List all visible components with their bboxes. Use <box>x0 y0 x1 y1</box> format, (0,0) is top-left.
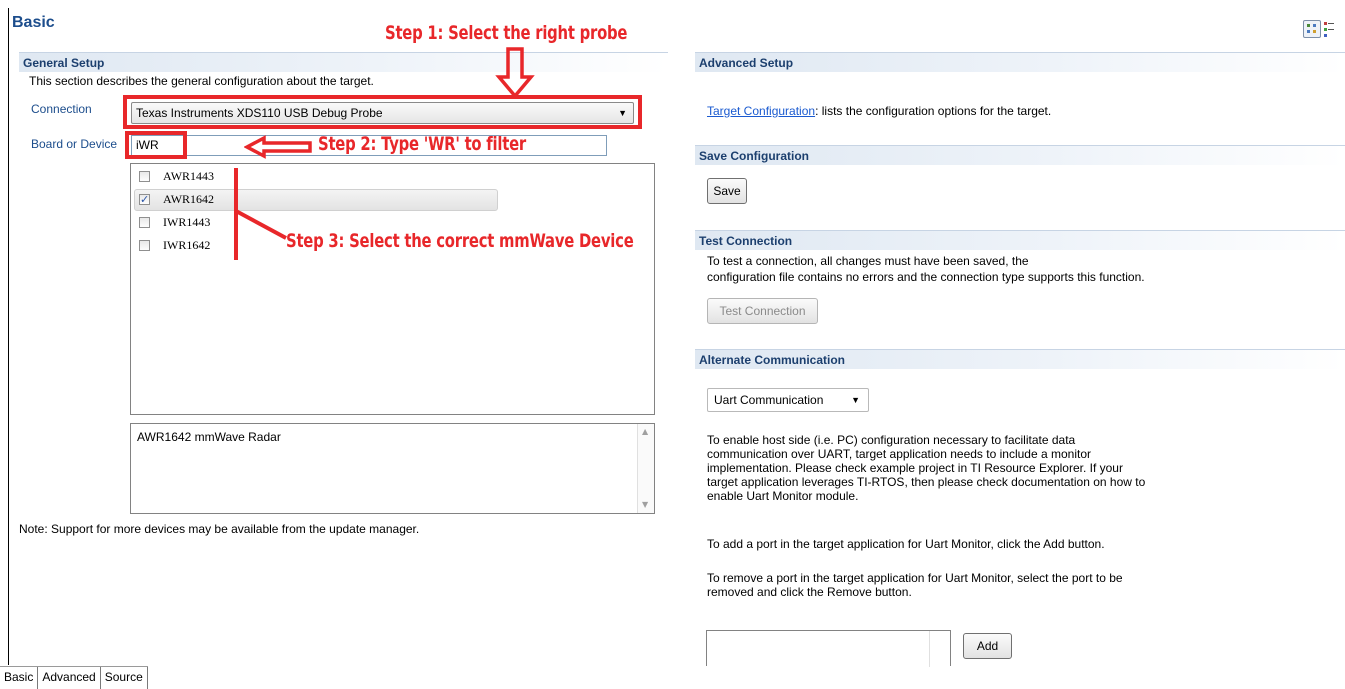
list-item[interactable]: AWR1443 <box>163 167 214 185</box>
tab-basic[interactable]: Basic <box>0 667 39 689</box>
board-or-device-label: Board or Device <box>31 137 118 151</box>
communication-type-value: Uart Communication <box>714 393 824 407</box>
uart-info-line: implementation. Please check example pro… <box>707 461 1123 475</box>
uart-info-paragraph: To enable host side (i.e. PC) configurat… <box>707 433 1145 503</box>
general-setup-header: General Setup <box>19 52 668 72</box>
step1-arrow-icon <box>495 47 535 99</box>
save-button-label: Save <box>713 184 741 198</box>
probe-highlight-box <box>123 95 642 129</box>
list-item[interactable]: IWR1642 <box>163 236 210 254</box>
test-connection-header: Test Connection <box>695 230 1345 250</box>
checkmark-icon: ✓ <box>140 193 150 206</box>
save-configuration-header: Save Configuration <box>695 145 1345 165</box>
tab-advanced[interactable]: Advanced <box>38 667 101 689</box>
target-configuration-suffix: : lists the configuration options for th… <box>815 104 1052 118</box>
general-setup-description: This section describes the general confi… <box>29 74 374 88</box>
port-list[interactable] <box>706 630 951 667</box>
uart-info-line: enable Uart Monitor module. <box>707 489 859 503</box>
test-connection-line2: configuration file contains no errors an… <box>707 270 1145 284</box>
remove-port-line: removed and click the Remove button. <box>707 585 912 599</box>
device-checkbox-awr1443[interactable] <box>139 171 150 182</box>
alternate-communication-header: Alternate Communication <box>695 349 1345 369</box>
device-description-text: AWR1642 mmWave Radar <box>137 430 281 444</box>
save-button[interactable]: Save <box>707 178 747 204</box>
advanced-setup-header: Advanced Setup <box>695 52 1345 72</box>
uart-info-line: target application leverages TI-RTOS, th… <box>707 475 1146 489</box>
add-port-label: Add <box>976 639 999 653</box>
device-checkbox-iwr1642[interactable] <box>139 240 150 251</box>
test-connection-label: Test Connection <box>719 304 806 318</box>
filter-highlight-box <box>125 131 187 159</box>
update-manager-note: Note: Support for more devices may be av… <box>19 522 420 536</box>
device-checkbox-awr1642[interactable]: ✓ <box>139 194 150 205</box>
uart-info-line: To enable host side (i.e. PC) configurat… <box>707 433 1076 447</box>
test-connection-line1: To test a connection, all changes must h… <box>707 254 1029 268</box>
uart-info-line: communication over UART, target applicat… <box>707 447 1091 461</box>
tab-source[interactable]: Source <box>101 667 148 689</box>
layout-list-icon[interactable] <box>1323 20 1335 38</box>
chevron-down-icon: ▼ <box>851 395 860 405</box>
step1-annotation: Step 1: Select the right probe <box>385 22 628 44</box>
step3-annotation: Step 3: Select the correct mmWave Device <box>286 230 634 252</box>
list-item[interactable]: IWR1443 <box>163 213 210 231</box>
remove-port-line: To remove a port in the target applicati… <box>707 571 1123 585</box>
step2-arrow-icon <box>244 135 312 159</box>
layout-grid-icon[interactable] <box>1303 20 1321 38</box>
scroll-down-icon[interactable]: ▼ <box>642 500 648 509</box>
editor-tab-bar: Basic Advanced Source <box>0 666 148 689</box>
add-port-info: To add a port in the target application … <box>707 537 1105 551</box>
add-port-button[interactable]: Add <box>963 633 1012 659</box>
list-item[interactable]: AWR1642 <box>163 190 214 208</box>
port-list-divider <box>929 631 930 667</box>
step2-annotation: Step 2: Type 'WR' to filter <box>318 133 526 155</box>
scrollbar[interactable]: ▲ ▼ <box>637 424 654 513</box>
scroll-up-icon[interactable]: ▲ <box>642 427 648 436</box>
page-title: Basic <box>12 14 55 31</box>
target-configuration-link[interactable]: Target Configuration <box>707 104 815 118</box>
test-connection-button[interactable]: Test Connection <box>707 298 818 324</box>
communication-type-select[interactable]: Uart Communication ▼ <box>707 388 869 412</box>
device-checkbox-iwr1443[interactable] <box>139 217 150 228</box>
target-configuration-row: Target Configuration: lists the configur… <box>707 104 1051 118</box>
device-description-box[interactable]: AWR1642 mmWave Radar ▲ ▼ <box>130 423 655 514</box>
remove-port-info: To remove a port in the target applicati… <box>707 571 1123 599</box>
step3-bracket-icon <box>234 168 287 260</box>
connection-label: Connection <box>31 102 92 116</box>
